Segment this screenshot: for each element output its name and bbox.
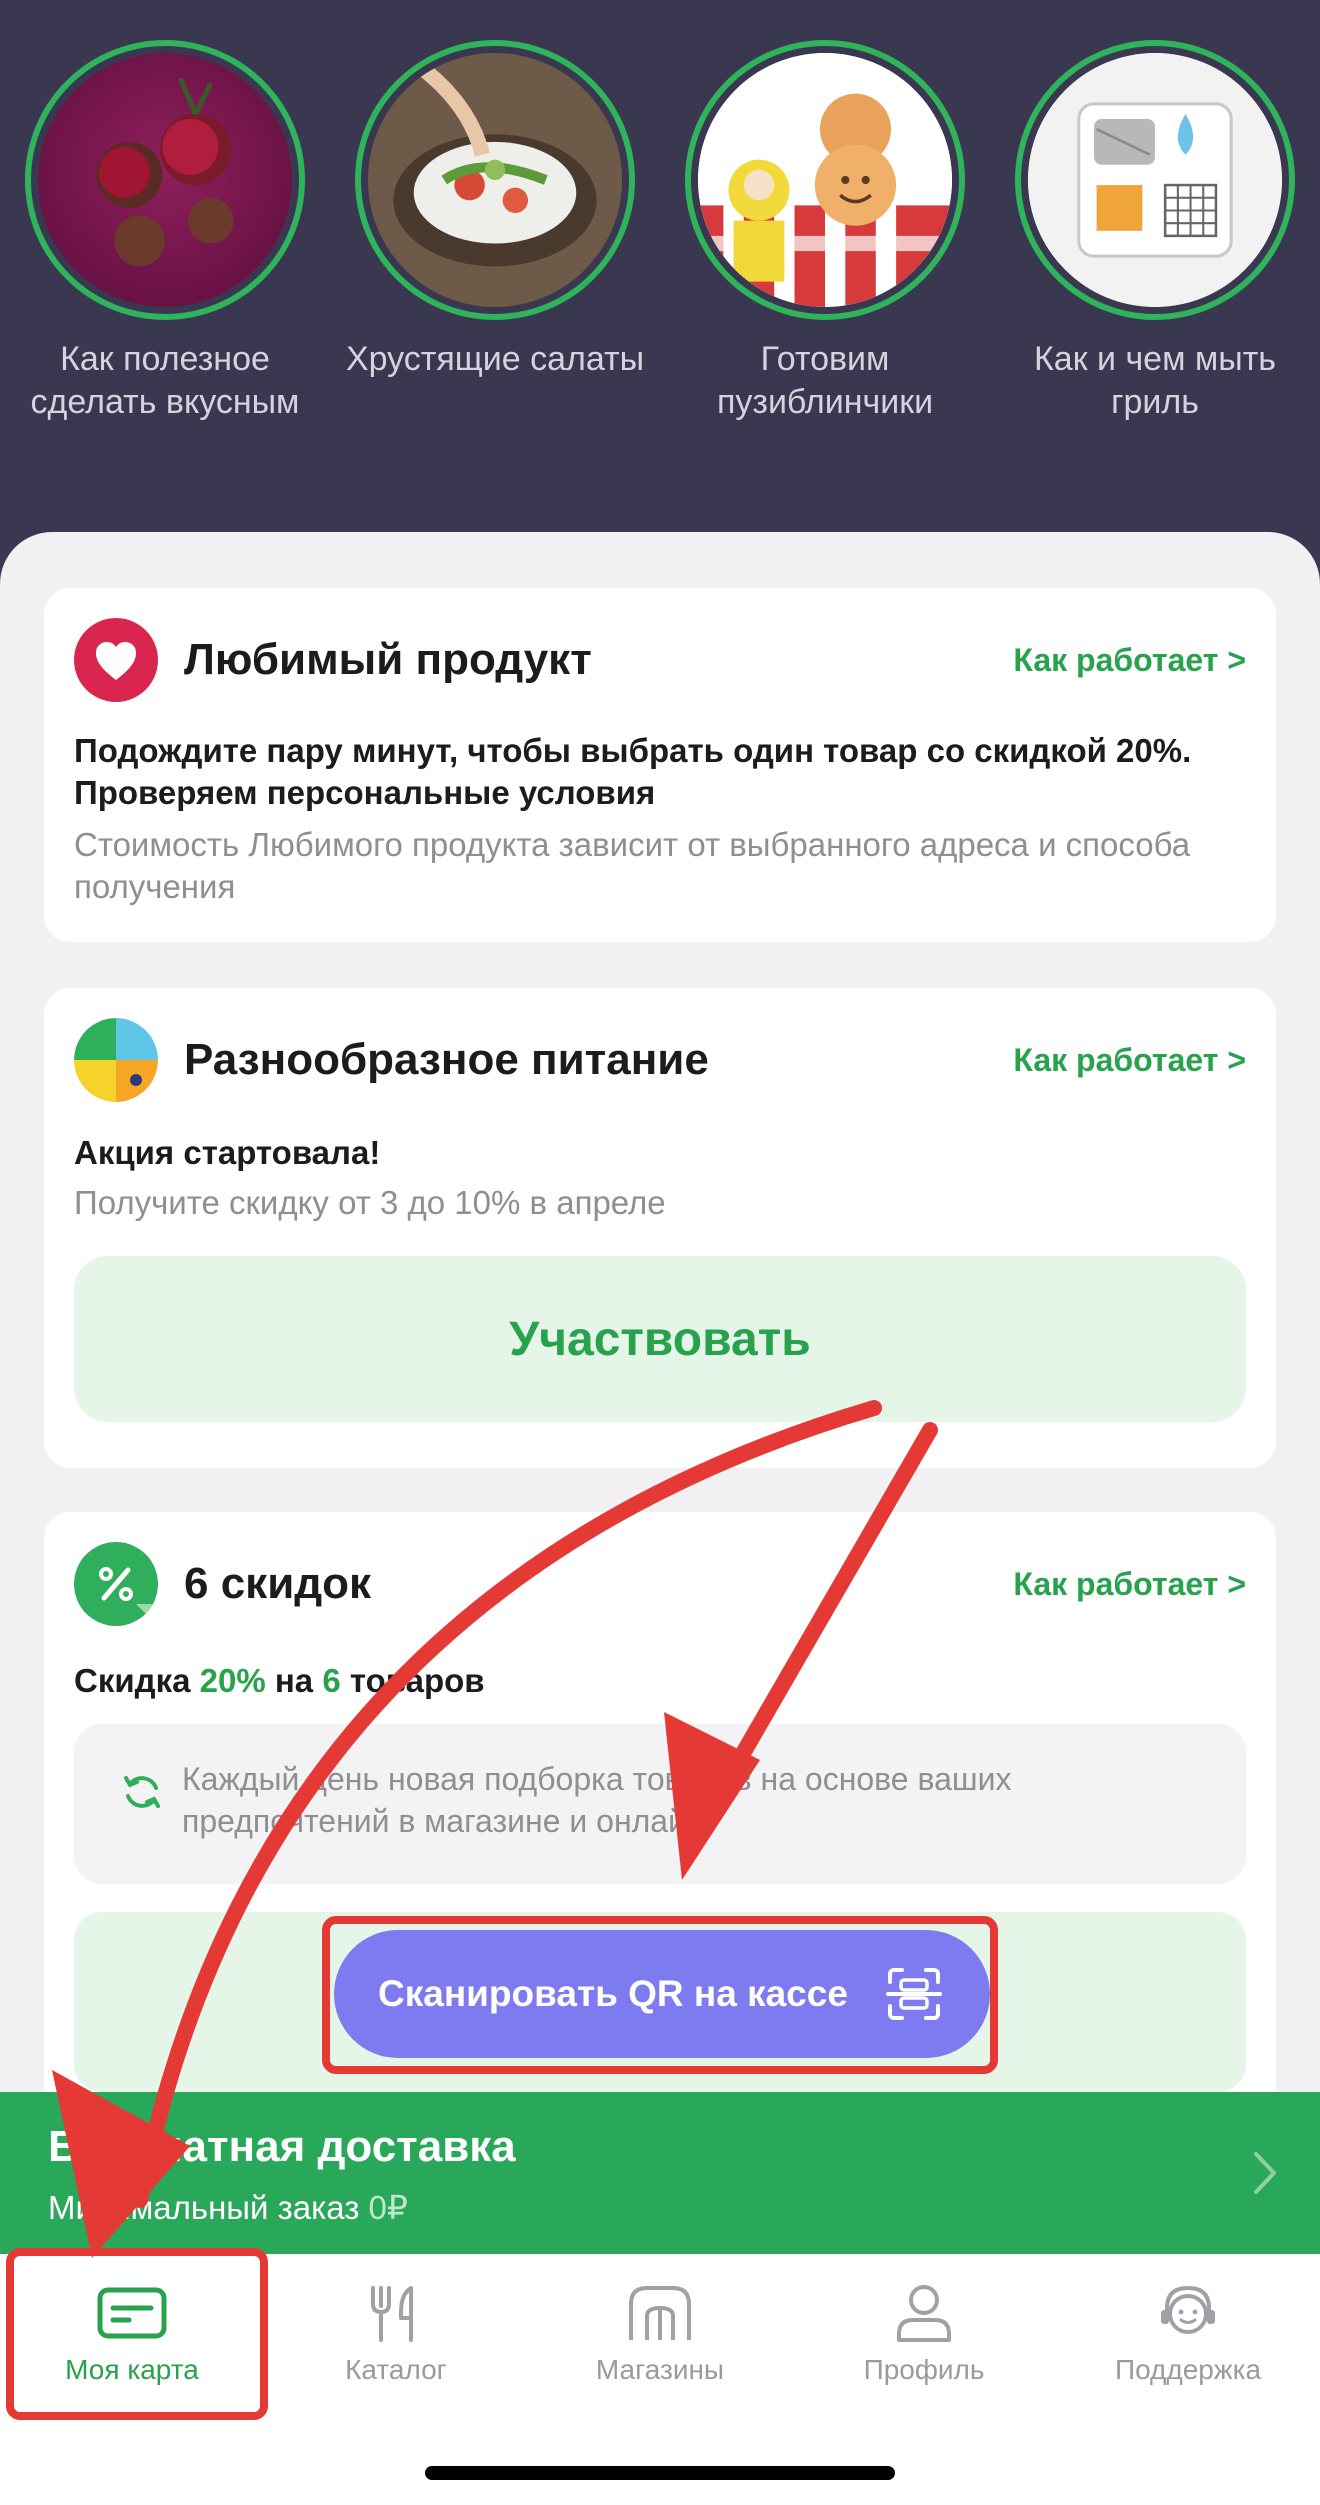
variety-note: Получите скидку от 3 до 10% в апреле: [74, 1184, 666, 1221]
story-label: Хрустящие салаты: [345, 340, 645, 378]
story-ring: [685, 40, 965, 320]
participate-button[interactable]: Участвовать: [74, 1256, 1246, 1422]
tab-label: Поддержка: [1114, 2354, 1262, 2385]
beet-image: [38, 53, 292, 307]
tab-stores[interactable]: Магазины: [528, 2254, 792, 2404]
headset-icon: [1161, 2285, 1215, 2334]
home-indicator: [425, 2466, 895, 2480]
story-ring: [1015, 40, 1295, 320]
story-item[interactable]: Хрустящие салаты: [330, 40, 660, 424]
story-item[interactable]: Как и чем мыть гриль: [990, 40, 1320, 424]
story-ring: [25, 40, 305, 320]
stories-header: Как полезное сделать вкусным Хрустящие с…: [0, 0, 1320, 600]
tab-label: Профиль: [863, 2354, 985, 2385]
tab-label: Моя карта: [65, 2354, 199, 2385]
tab-label: Магазины: [595, 2354, 725, 2385]
favorite-note: Стоимость Любимого продукта зависит от в…: [74, 826, 1191, 905]
variety-nutrition-card: Разнообразное питание Как работает > Акц…: [44, 988, 1276, 1468]
discount-summary: Скидка 20% на 6 товаров: [74, 1660, 1216, 1702]
delivery-banner[interactable]: Бесплатная доставка Минимальный заказ 0₽: [0, 2092, 1320, 2254]
tab-profile[interactable]: Профиль: [792, 2254, 1056, 2404]
variety-icon: [74, 1018, 158, 1102]
card-title: Разнообразное питание: [184, 1035, 709, 1084]
story-label: Как и чем мыть гриль: [1033, 340, 1277, 421]
story-ring: [355, 40, 635, 320]
person-icon: [897, 2285, 951, 2342]
discount-middle: на: [274, 1662, 314, 1699]
chevron-right-icon: [1254, 2152, 1276, 2194]
card-header: 6 скидок Как работает >: [74, 1542, 1246, 1626]
stories-row: Как полезное сделать вкусным Хрустящие с…: [0, 40, 1320, 424]
refresh-icon: [124, 1776, 160, 1808]
story-item[interactable]: Готовим пузиблинчики: [660, 40, 990, 424]
grill-image: [1028, 53, 1282, 307]
tab-catalog[interactable]: Каталог: [264, 2254, 528, 2404]
how-it-works-link[interactable]: Как работает >: [1013, 1042, 1246, 1079]
card-header: Разнообразное питание Как работает >: [74, 1018, 1246, 1102]
min-order-label: Минимальный заказ: [48, 2189, 360, 2226]
how-it-works-link[interactable]: Как работает >: [1013, 642, 1246, 679]
card-title: 6 скидок: [184, 1559, 372, 1608]
scan-qr-button[interactable]: Сканировать QR на кассе: [334, 1930, 990, 2058]
discount-suffix: товаров: [349, 1662, 485, 1699]
card-icon: [97, 2287, 167, 2339]
min-order-value: 0₽: [368, 2189, 408, 2226]
favorite-product-card: Любимый продукт Как работает > Подождите…: [44, 588, 1276, 942]
discount-prefix: Скидка: [74, 1662, 191, 1699]
qr-scan-icon: [886, 1968, 942, 2020]
story-label: Готовим пузиблинчики: [716, 340, 934, 421]
tab-my-card[interactable]: Моя карта: [0, 2254, 264, 2404]
delivery-title: Бесплатная доставка: [48, 2122, 516, 2171]
card-header: Любимый продукт Как работает >: [74, 618, 1246, 702]
discount-percent: 20%: [199, 1662, 266, 1699]
heart-icon: [74, 618, 158, 702]
store-icon: [629, 2286, 691, 2340]
delivery-subtitle: Минимальный заказ 0₽: [48, 2188, 408, 2227]
tab-label: Каталог: [345, 2354, 447, 2385]
scan-qr-label: Сканировать QR на кассе: [378, 1973, 848, 2014]
pancakes-image: [698, 53, 952, 307]
story-label: Как полезное сделать вкусным: [30, 340, 300, 421]
fork-knife-icon: [371, 2286, 413, 2342]
info-box: Каждый день новая подборка товаров на ос…: [74, 1724, 1246, 1884]
story-item[interactable]: Как полезное сделать вкусным: [0, 40, 330, 424]
card-title: Любимый продукт: [184, 635, 592, 684]
tab-support[interactable]: Поддержка: [1056, 2254, 1320, 2404]
info-text: Каждый день новая подборка товаров на ос…: [182, 1761, 1012, 1839]
how-it-works-link[interactable]: Как работает >: [1013, 1566, 1246, 1603]
discount-count: 6: [322, 1662, 341, 1699]
salad-image: [368, 53, 622, 307]
percent-icon: [74, 1542, 158, 1626]
favorite-text: Подождите пару минут, чтобы выбрать один…: [74, 732, 1192, 811]
variety-text: Акция стартовала!: [74, 1134, 381, 1171]
